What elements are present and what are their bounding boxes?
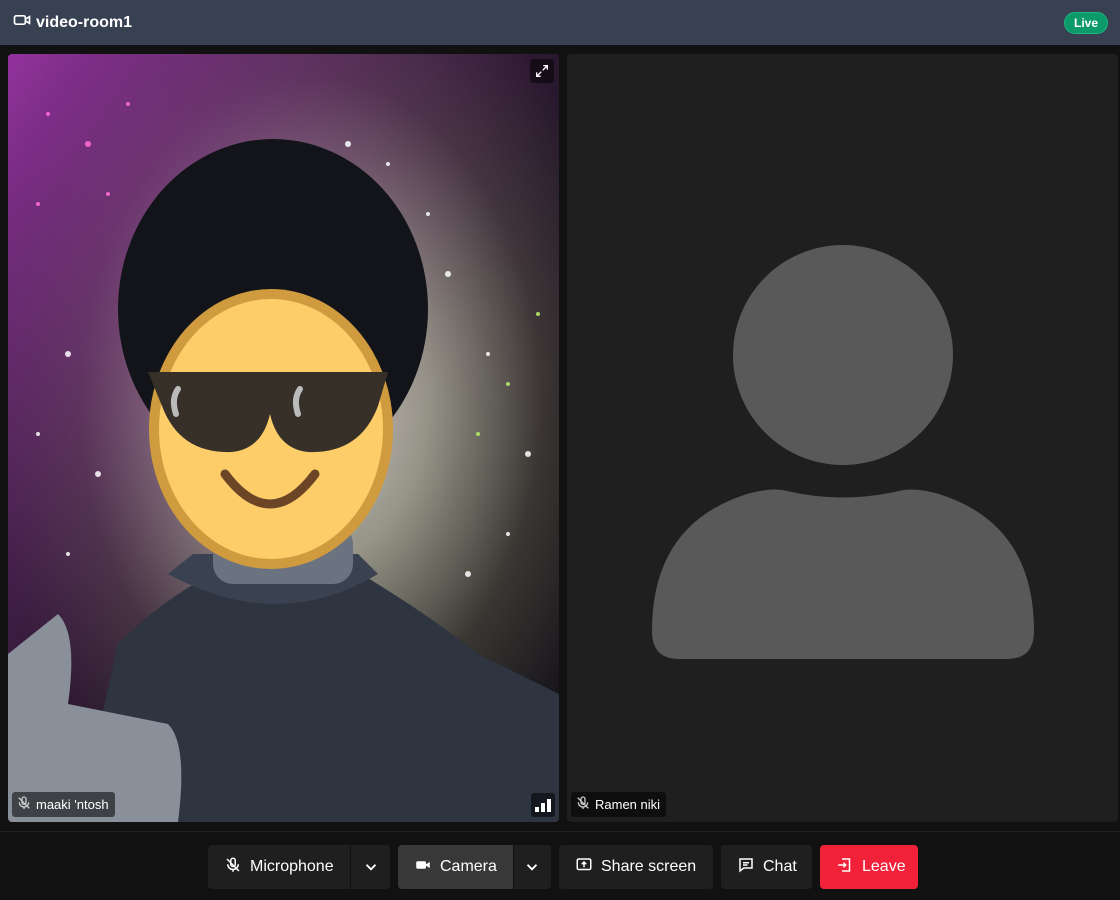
share-screen-icon (575, 856, 593, 879)
mic-off-icon (16, 795, 32, 814)
chat-button[interactable]: Chat (721, 845, 812, 889)
microphone-button[interactable]: Microphone (208, 845, 350, 889)
microphone-control: Microphone (208, 845, 390, 889)
video-camera-icon (12, 10, 32, 35)
microphone-label: Microphone (250, 858, 334, 875)
participant-name: maaki 'ntosh (36, 797, 109, 812)
expand-icon (536, 65, 548, 77)
avatar-placeholder-icon (652, 245, 1034, 659)
share-screen-button[interactable]: Share screen (559, 845, 713, 889)
mic-off-icon (224, 856, 242, 879)
participant-name-tag: Ramen niki (571, 792, 667, 817)
video-grid: maaki 'ntosh Ramen niki (0, 45, 1120, 831)
leave-icon (836, 856, 854, 879)
chevron-down-icon (527, 864, 538, 871)
camera-control: Camera (398, 845, 551, 889)
participant-name-tag: maaki 'ntosh (12, 792, 115, 817)
signal-bars-icon (531, 793, 555, 817)
room-name: video-room1 (36, 13, 133, 31)
camera-label: Camera (440, 858, 497, 875)
mic-off-icon (575, 795, 591, 814)
leave-button[interactable]: Leave (820, 845, 918, 889)
camera-options-button[interactable] (512, 845, 551, 889)
room-title: video-room1 (12, 10, 132, 35)
chat-label: Chat (763, 858, 797, 875)
control-bar: Microphone Camera Share screen Chat Leav… (0, 831, 1120, 900)
participant-name: Ramen niki (595, 797, 661, 812)
leave-label: Leave (862, 858, 906, 875)
participant-tile-local[interactable]: maaki 'ntosh (8, 54, 559, 822)
camera-feed-image (8, 54, 559, 822)
video-camera-icon (414, 856, 432, 879)
camera-button[interactable]: Camera (398, 845, 513, 889)
participant-tile-remote[interactable]: Ramen niki (567, 54, 1118, 822)
live-badge: Live (1063, 11, 1108, 34)
chat-icon (737, 856, 755, 879)
fullscreen-button[interactable] (530, 59, 554, 83)
chevron-down-icon (365, 864, 376, 871)
room-header: video-room1 Live (0, 0, 1120, 45)
share-screen-label: Share screen (601, 858, 697, 875)
microphone-options-button[interactable] (350, 845, 390, 889)
